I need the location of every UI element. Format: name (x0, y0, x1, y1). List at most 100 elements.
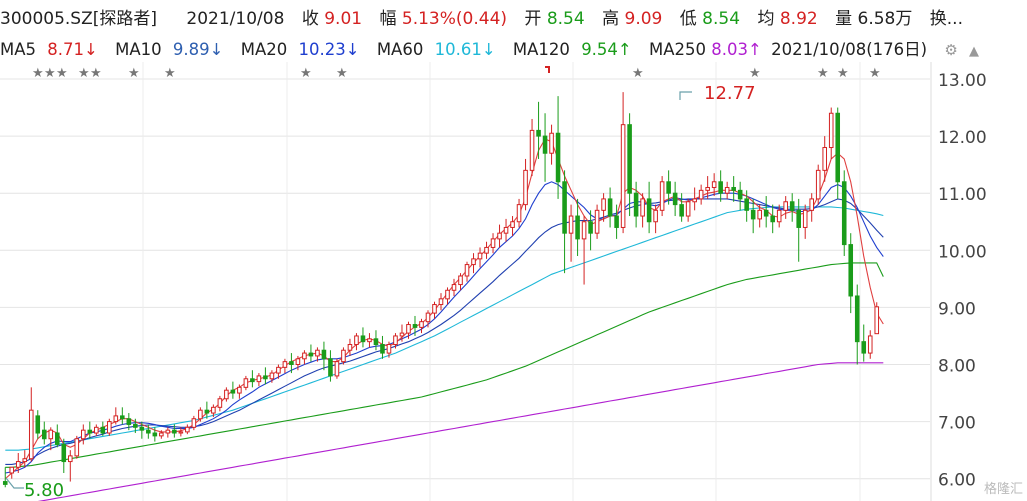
candle (471, 253, 476, 274)
star-icon[interactable]: ★ (128, 66, 140, 81)
candle-body (22, 458, 28, 463)
candle-body (692, 198, 697, 203)
watermark: 格隆汇 (983, 482, 1023, 497)
candle-body (841, 181, 847, 246)
candle (646, 181, 652, 234)
candle (802, 204, 808, 239)
candle-body (510, 221, 515, 228)
candle-body (87, 429, 93, 434)
candle-body (822, 147, 828, 171)
candle-body (373, 338, 379, 346)
candle-body (393, 335, 398, 346)
candle (419, 318, 424, 334)
candle-body (854, 295, 860, 343)
candle (529, 118, 535, 177)
candle-body (484, 246, 489, 254)
high-mark-pointer (679, 91, 692, 100)
candle-body (490, 238, 496, 248)
candle (68, 450, 73, 482)
candle-body (425, 312, 431, 323)
candle-body (139, 426, 145, 431)
star-icon[interactable]: ★ (336, 66, 348, 81)
star-icon[interactable]: ★ (817, 66, 829, 81)
star-icon[interactable]: ★ (90, 66, 102, 81)
candle (789, 193, 795, 222)
candle-body (542, 135, 548, 154)
candle-body (198, 409, 203, 420)
grid-lines (0, 62, 932, 501)
candle (22, 450, 28, 468)
candle-body (243, 378, 249, 388)
candle-body (874, 306, 880, 335)
candle-body (737, 189, 743, 200)
candle-body (399, 332, 405, 337)
candle-body (861, 341, 867, 354)
star-icon[interactable]: ★ (56, 66, 68, 81)
candle-body (120, 415, 125, 420)
candle-body (471, 258, 476, 266)
candle-body (152, 432, 158, 437)
candle-body (256, 375, 262, 383)
candle-body (133, 423, 138, 428)
candle (783, 196, 788, 219)
candle (458, 273, 463, 291)
candle-body (776, 209, 782, 223)
candle-body (341, 349, 346, 363)
candle-body (61, 443, 67, 463)
candle-body (302, 352, 307, 360)
candle-body (159, 432, 164, 437)
star-icon[interactable]: ★ (164, 66, 176, 81)
candle (588, 210, 593, 251)
candle-body (412, 324, 418, 328)
candle (48, 427, 54, 451)
candle (328, 350, 333, 382)
candle-body (705, 186, 710, 191)
candle-body (360, 335, 366, 343)
star-icon[interactable]: ★ (300, 66, 312, 81)
candle-body (562, 181, 567, 234)
candle-body (523, 169, 528, 206)
candle-body (601, 198, 606, 211)
ma250-line (37, 362, 884, 501)
y-tick-label: 10.00 (938, 242, 987, 262)
candle-body (581, 221, 587, 240)
candle-body (451, 284, 457, 291)
candle-body (711, 181, 717, 188)
candle-body (796, 209, 801, 228)
candle-body (568, 215, 574, 234)
candle (360, 327, 366, 348)
candle (263, 367, 268, 385)
candle (185, 424, 190, 435)
candle-body (237, 386, 242, 394)
candle-body (230, 389, 236, 394)
candle (854, 284, 860, 365)
candle (516, 198, 522, 228)
candle (562, 170, 567, 274)
star-icon[interactable]: ★ (632, 66, 644, 81)
candle-body (204, 409, 210, 414)
ma60-line (5, 206, 884, 451)
star-icon[interactable]: ★ (749, 66, 761, 81)
candle (523, 158, 528, 211)
candle (861, 324, 867, 362)
y-tick-label: 11.00 (938, 185, 987, 205)
star-icon[interactable]: ★ (837, 66, 849, 81)
candle (243, 375, 249, 391)
candle-body (406, 324, 411, 334)
candle-body (48, 429, 54, 440)
star-icon[interactable]: ★ (78, 66, 90, 81)
candle-body (763, 209, 769, 217)
star-icon[interactable]: ★ (869, 66, 881, 81)
candle-body (802, 209, 808, 228)
star-icon[interactable]: ★ (32, 66, 44, 81)
candlestick-chart: ★ ★ ★ ★ ★ ★ ★ ★ ★ ★ ★ ★ ★ ★ 13.0012.0011.0010.009.008… (0, 62, 987, 501)
low-mark-label: 5.80 (24, 480, 64, 501)
candle-body (477, 252, 483, 260)
event-flag-icon[interactable] (545, 66, 550, 73)
candle-body (224, 389, 229, 400)
candle (633, 181, 639, 228)
candle-body (594, 209, 600, 234)
candle-body (549, 132, 554, 154)
star-icon[interactable]: ★ (44, 66, 56, 81)
candle (568, 204, 574, 262)
